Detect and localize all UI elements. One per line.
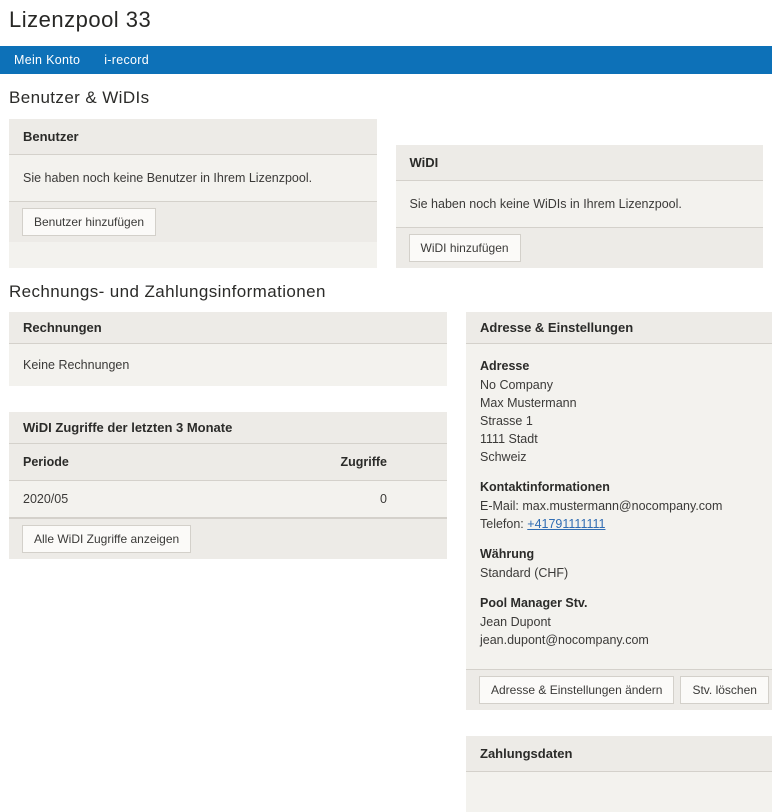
benutzer-hinzufuegen-button[interactable]: Benutzer hinzufügen <box>22 208 156 236</box>
deputy-email: jean.dupont@nocompany.com <box>480 631 768 649</box>
telefon-line: Telefon: +41791111111 <box>480 515 768 533</box>
table-header-row: Periode Zugriffe <box>9 444 447 481</box>
adresse-einstellungen-panel: Adresse & Einstellungen Adresse No Compa… <box>466 312 772 710</box>
column-header-periode: Periode <box>9 444 175 481</box>
email-line: E-Mail: max.mustermann@nocompany.com <box>480 497 768 515</box>
waehrung-value: Standard (CHF) <box>480 564 768 582</box>
stv-loeschen-button[interactable]: Stv. löschen <box>680 676 768 704</box>
waehrung-label: Währung <box>480 545 768 564</box>
adresse-line-country: Schweiz <box>480 448 768 466</box>
cell-periode: 2020/05 <box>9 481 175 518</box>
telefon-prefix: Telefon: <box>480 517 527 531</box>
adresse-panel-title: Adresse & Einstellungen <box>466 312 772 344</box>
benutzer-empty-text: Sie haben noch keine Benutzer in Ihrem L… <box>9 155 377 201</box>
cell-zugriffe: 0 <box>175 481 447 518</box>
adresse-line-city: 1111 Stadt <box>480 430 768 448</box>
widi-zugriffe-table: Periode Zugriffe 2020/05 0 <box>9 444 447 518</box>
adresse-panel-body: Adresse No Company Max Mustermann Strass… <box>466 344 772 669</box>
widi-panel-title: WiDI <box>396 145 764 181</box>
waehrung-group: Währung Standard (CHF) <box>480 545 768 582</box>
telefon-link[interactable]: +41791111111 <box>527 517 605 531</box>
users-widis-row: Benutzer Sie haben noch keine Benutzer i… <box>9 119 763 268</box>
rechnungen-panel: Rechnungen Keine Rechnungen <box>9 312 447 386</box>
rechnungen-empty-text: Keine Rechnungen <box>9 344 447 386</box>
adresse-einstellungen-aendern-button[interactable]: Adresse & Einstellungen ändern <box>479 676 674 704</box>
pool-manager-stv-label: Pool Manager Stv. <box>480 594 768 613</box>
lizenzpool-page: Lizenzpool 33 Mein Konto i-record Benutz… <box>0 7 772 812</box>
billing-row: Rechnungen Keine Rechnungen WiDI Zugriff… <box>9 312 763 812</box>
benutzer-panel: Benutzer Sie haben noch keine Benutzer i… <box>9 119 377 268</box>
billing-right-column: Adresse & Einstellungen Adresse No Compa… <box>466 312 772 812</box>
rechnungen-panel-title: Rechnungen <box>9 312 447 344</box>
kontakt-label: Kontaktinformationen <box>480 478 768 497</box>
zahlungsdaten-panel-title: Zahlungsdaten <box>466 736 772 772</box>
email-value: max.mustermann@nocompany.com <box>522 499 722 513</box>
widi-zugriffe-table-body: 2020/05 0 <box>9 481 447 518</box>
zahlungsdaten-panel-body <box>466 772 772 812</box>
widi-zugriffe-panel: WiDI Zugriffe der letzten 3 Monate Perio… <box>9 412 447 559</box>
page-title: Lizenzpool 33 <box>9 7 772 33</box>
adresse-panel-footer: Adresse & Einstellungen ändern Stv. lösc… <box>466 669 772 710</box>
widi-panel: WiDI Sie haben noch keine WiDIs in Ihrem… <box>396 145 764 268</box>
nav-item-mein-konto[interactable]: Mein Konto <box>14 53 80 67</box>
benutzer-panel-footer: Benutzer hinzufügen <box>9 201 377 242</box>
section-heading-rechnungs-zahlungsinformationen: Rechnungs- und Zahlungsinformationen <box>9 282 772 302</box>
alle-widi-zugriffe-anzeigen-button[interactable]: Alle WiDI Zugriffe anzeigen <box>22 525 191 553</box>
column-header-zugriffe: Zugriffe <box>175 444 447 481</box>
zahlungsdaten-panel: Zahlungsdaten <box>466 736 772 812</box>
top-navbar: Mein Konto i-record <box>0 46 772 74</box>
widi-zugriffe-panel-title: WiDI Zugriffe der letzten 3 Monate <box>9 412 447 444</box>
adresse-line-street: Strasse 1 <box>480 412 768 430</box>
widi-zugriffe-table-head: Periode Zugriffe <box>9 444 447 481</box>
adresse-group: Adresse No Company Max Mustermann Strass… <box>480 357 768 466</box>
widi-panel-footer: WiDI hinzufügen <box>396 227 764 268</box>
benutzer-panel-title: Benutzer <box>9 119 377 155</box>
widi-zugriffe-panel-footer: Alle WiDI Zugriffe anzeigen <box>9 518 447 559</box>
section-heading-benutzer-widis: Benutzer & WiDIs <box>9 88 772 108</box>
table-row: 2020/05 0 <box>9 481 447 518</box>
adresse-line-name: Max Mustermann <box>480 394 768 412</box>
kontakt-group: Kontaktinformationen E-Mail: max.musterm… <box>480 478 768 533</box>
adresse-line-company: No Company <box>480 376 768 394</box>
widi-hinzufuegen-button[interactable]: WiDI hinzufügen <box>409 234 521 262</box>
billing-left-column: Rechnungen Keine Rechnungen WiDI Zugriff… <box>9 312 447 559</box>
deputy-name: Jean Dupont <box>480 613 768 631</box>
adresse-label: Adresse <box>480 357 768 376</box>
nav-item-i-record[interactable]: i-record <box>104 53 149 67</box>
pool-manager-stv-group: Pool Manager Stv. Jean Dupont jean.dupon… <box>480 594 768 649</box>
email-prefix: E-Mail: <box>480 499 522 513</box>
widi-empty-text: Sie haben noch keine WiDIs in Ihrem Lize… <box>396 181 764 227</box>
